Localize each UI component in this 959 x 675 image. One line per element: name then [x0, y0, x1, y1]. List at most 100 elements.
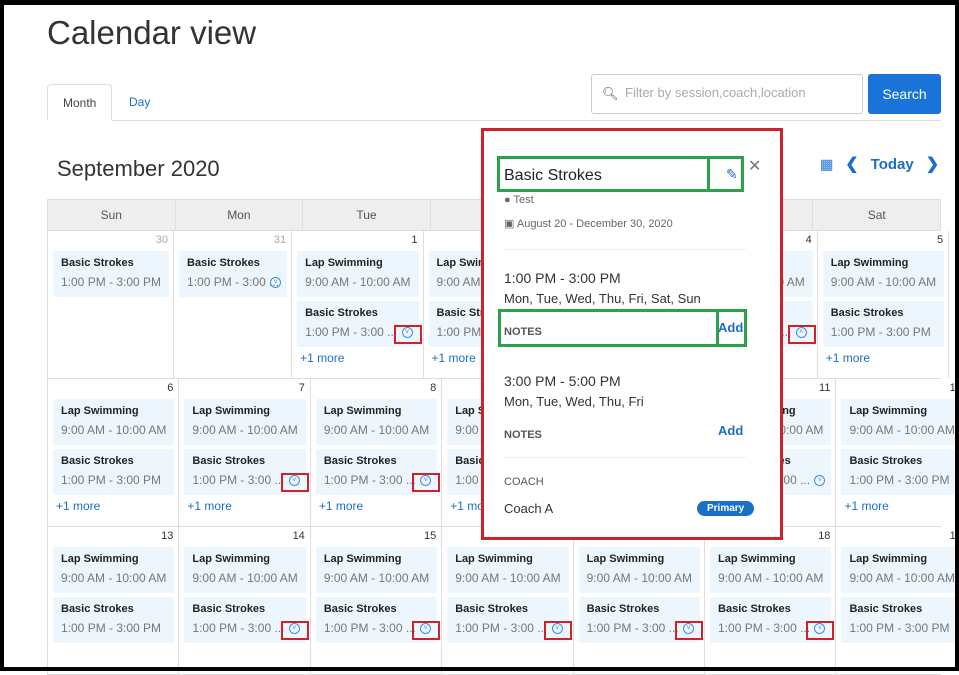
event-name: Lap Swimming [586, 553, 665, 565]
chevron-left-icon[interactable]: ❮ [845, 154, 858, 174]
edit-pencil-icon[interactable]: ✎ [726, 166, 738, 183]
location-text: Test [513, 194, 534, 206]
day-cell[interactable]: 15 Lap Swimming 9:00 AM - 10:00 AM Basic St… [311, 527, 443, 674]
event-name: Lap Swimming [849, 405, 928, 417]
day-cell[interactable]: 8 Lap Swimming 9:00 AM - 10:00 AM Basic Str… [311, 379, 443, 526]
event-card[interactable]: Lap Swimming 9:00 AM - 10:00 AM [578, 547, 701, 593]
event-time: 1:00 PM - 3:00 ... [187, 275, 280, 289]
event-card[interactable]: Basic Strokes1:00 PM - 3:00 ...˅ [315, 597, 441, 643]
day-cell[interactable]: 18 Lap Swimming 9:00 AM - 10:00 AM Basic St… [705, 527, 837, 674]
today-button[interactable]: Today [871, 156, 914, 173]
day-cell[interactable]: 17Lap Swimming9:00 AM - 10:00 AMBasic St… [574, 527, 706, 674]
event-name: Basic Strokes [305, 307, 378, 319]
search-icon: 🔍︎ [602, 86, 619, 101]
event-card[interactable]: Basic Strokes 1:00 PM - 3:00 PM [53, 449, 175, 495]
event-card[interactable]: Lap Swimming 9:00 AM - 10:00 AM [315, 547, 438, 593]
event-card[interactable]: Basic Strokes1:00 PM - 3:00 ...˅ [184, 597, 309, 643]
event-card[interactable]: Lap Swimming 9:00 AM - 10:00 AM [184, 399, 306, 445]
calendar-icon[interactable]: ▦ [820, 156, 833, 173]
day-number: 4 [805, 234, 812, 246]
chevron-highlight [280, 473, 309, 492]
coach-name: Coach A [504, 501, 554, 516]
event-time: 9:00 AM - 10:00 AM [61, 571, 167, 585]
search-input[interactable] [625, 85, 855, 100]
event-card[interactable]: Basic Strokes1:00 PM - 3:00 ...˅ [297, 301, 422, 347]
event-name: Basic Strokes [455, 603, 528, 615]
day-number: 5 [937, 234, 944, 246]
day-cell[interactable]: 19 Lap Swimming 9:00 AM - 10:00 AM Basic St… [836, 527, 959, 674]
chevron-highlight [393, 325, 422, 344]
day-number: 15 [423, 530, 437, 542]
weekday-tue: Tue [302, 200, 430, 230]
day-number: 11 [819, 382, 831, 394]
add-note-button[interactable]: Add [718, 423, 743, 438]
add-note-button[interactable]: Add [718, 320, 743, 335]
search-box: 🔍︎ [591, 74, 863, 114]
day-cell[interactable]: 14 Lap Swimming 9:00 AM - 10:00 AM Basic St… [179, 527, 311, 674]
event-name: Lap Swimming [323, 405, 402, 417]
search-button[interactable]: Search [868, 74, 941, 114]
event-name: Basic Strokes [849, 455, 923, 467]
event-card[interactable]: Basic Strokes 1:00 PM - 3:00 PM [53, 597, 175, 643]
tab-month[interactable]: Month [47, 84, 113, 121]
event-card[interactable]: Basic Strokes1:00 PM - 3:00 ...˅ [315, 449, 441, 495]
event-card[interactable]: Lap Swimming 9:00 AM - 10:00 AM [297, 251, 419, 297]
month-label: September 2020 [57, 156, 220, 181]
day-cell[interactable]: 16Lap Swimming9:00 AM - 10:00 AMBasic St… [442, 527, 574, 674]
event-card[interactable]: Lap Swimming 9:00 AM - 10:00 AM [53, 547, 175, 593]
event-name: Basic Strokes [830, 307, 904, 319]
event-card[interactable]: Lap Swimming 9:00 AM - 10:00 AM [841, 547, 959, 593]
event-card[interactable]: Lap Swimming 9:00 AM - 10:00 AM [822, 251, 945, 297]
day-cell[interactable]: 7 Lap Swimming 9:00 AM - 10:00 AM Basic Str… [179, 379, 311, 526]
tab-day[interactable]: Day [114, 84, 165, 121]
primary-badge: Primary [697, 501, 755, 516]
day-number: 12 [949, 382, 959, 394]
event-card[interactable]: Basic Strokes1:00 PM - 3:00 ...˅ [184, 449, 309, 495]
day-cell[interactable]: 30 Basic Strokes 1:00 PM - 3:00 PM [48, 231, 175, 378]
event-card[interactable]: Basic Strokes 1:00 PM - 3:00 PM [841, 449, 959, 495]
day-cell[interactable]: 1 Lap Swimming 9:00 AM - 10:00 AM Basic Str… [292, 231, 424, 378]
day-cell[interactable]: 13 Lap Swimming 9:00 AM - 10:00 AM Basic St… [48, 527, 180, 674]
event-name: Basic Strokes [192, 603, 266, 615]
event-name: Lap Swimming [718, 553, 796, 565]
event-time: 1:00 PM - 3:00 PM [61, 621, 162, 635]
event-card[interactable]: Basic Strokes 1:00 PM - 3:00 PM [841, 597, 959, 643]
event-name: Lap Swimming [192, 405, 271, 417]
event-card[interactable]: Lap Swimming 9:00 AM - 10:00 AM [447, 547, 569, 593]
more-events-link[interactable]: +1 more [187, 499, 305, 513]
event-card[interactable]: Lap Swimming 9:00 AM - 10:00 AM [53, 399, 175, 445]
event-card[interactable]: Lap Swimming 9:00 AM - 10:00 AM [841, 399, 959, 445]
day-cell[interactable]: 31 Basic Strokes 1:00 PM - 3:00 ... ˅ [174, 231, 293, 378]
more-events-link[interactable]: +1 more [56, 499, 174, 513]
event-card[interactable]: Lap Swimming 9:00 AM - 10:00 AM [315, 399, 438, 445]
chevron-down-icon[interactable]: ˅ [814, 475, 826, 486]
more-events-link[interactable]: +1 more [319, 499, 437, 513]
event-card[interactable]: Basic Strokes1:00 PM - 3:00 ...˅ [578, 597, 704, 643]
more-events-link[interactable]: +1 more [844, 499, 959, 513]
more-events-link[interactable]: +1 more [826, 351, 944, 365]
event-time: 9:00 AM - 10:00 AM [192, 571, 298, 585]
event-card[interactable]: Basic Strokes 1:00 PM - 3:00 PM [822, 301, 945, 347]
event-card[interactable]: Basic Strokes1:00 PM - 3:00 ...˅ [710, 597, 835, 643]
close-icon[interactable]: ✕ [748, 156, 761, 176]
event-card[interactable]: Lap Swimming 9:00 AM - 10:00 AM [184, 547, 306, 593]
event-card[interactable]: Basic Strokes1:00 PM - 3:00 ...˅ [447, 597, 572, 643]
weekday-mon: Mon [174, 200, 303, 230]
event-name: Lap Swimming [61, 553, 139, 565]
chevron-down-icon[interactable]: ˅ [270, 277, 282, 288]
event-card[interactable]: Lap Swimming 9:00 AM - 10:00 AM [710, 547, 832, 593]
day-cell[interactable]: 5 Lap Swimming 9:00 AM - 10:00 AM Basic Str… [818, 231, 950, 378]
chevron-right-icon[interactable]: ❯ [926, 154, 939, 174]
day-cell[interactable]: 6 Lap Swimming 9:00 AM - 10:00 AM Basic Str… [48, 379, 180, 526]
page-title: Calendar view [47, 14, 257, 51]
event-card[interactable]: Basic Strokes 1:00 PM - 3:00 PM [53, 251, 170, 297]
day-cell[interactable]: 12 Lap Swimming 9:00 AM - 10:00 AM Basic St… [836, 379, 959, 526]
event-time: 9:00 AM - 10:00 AM [192, 423, 298, 437]
more-events-link[interactable]: +1 more [300, 351, 418, 365]
event-card[interactable]: Basic Strokes1:00 PM - 3:00 ...˅ [179, 251, 288, 297]
location: ● Test [504, 194, 534, 206]
event-time: 9:00 AM - 10:00 AM [323, 571, 430, 585]
day-number: 7 [298, 382, 305, 394]
divider [504, 249, 746, 250]
day-number: 6 [167, 382, 174, 394]
